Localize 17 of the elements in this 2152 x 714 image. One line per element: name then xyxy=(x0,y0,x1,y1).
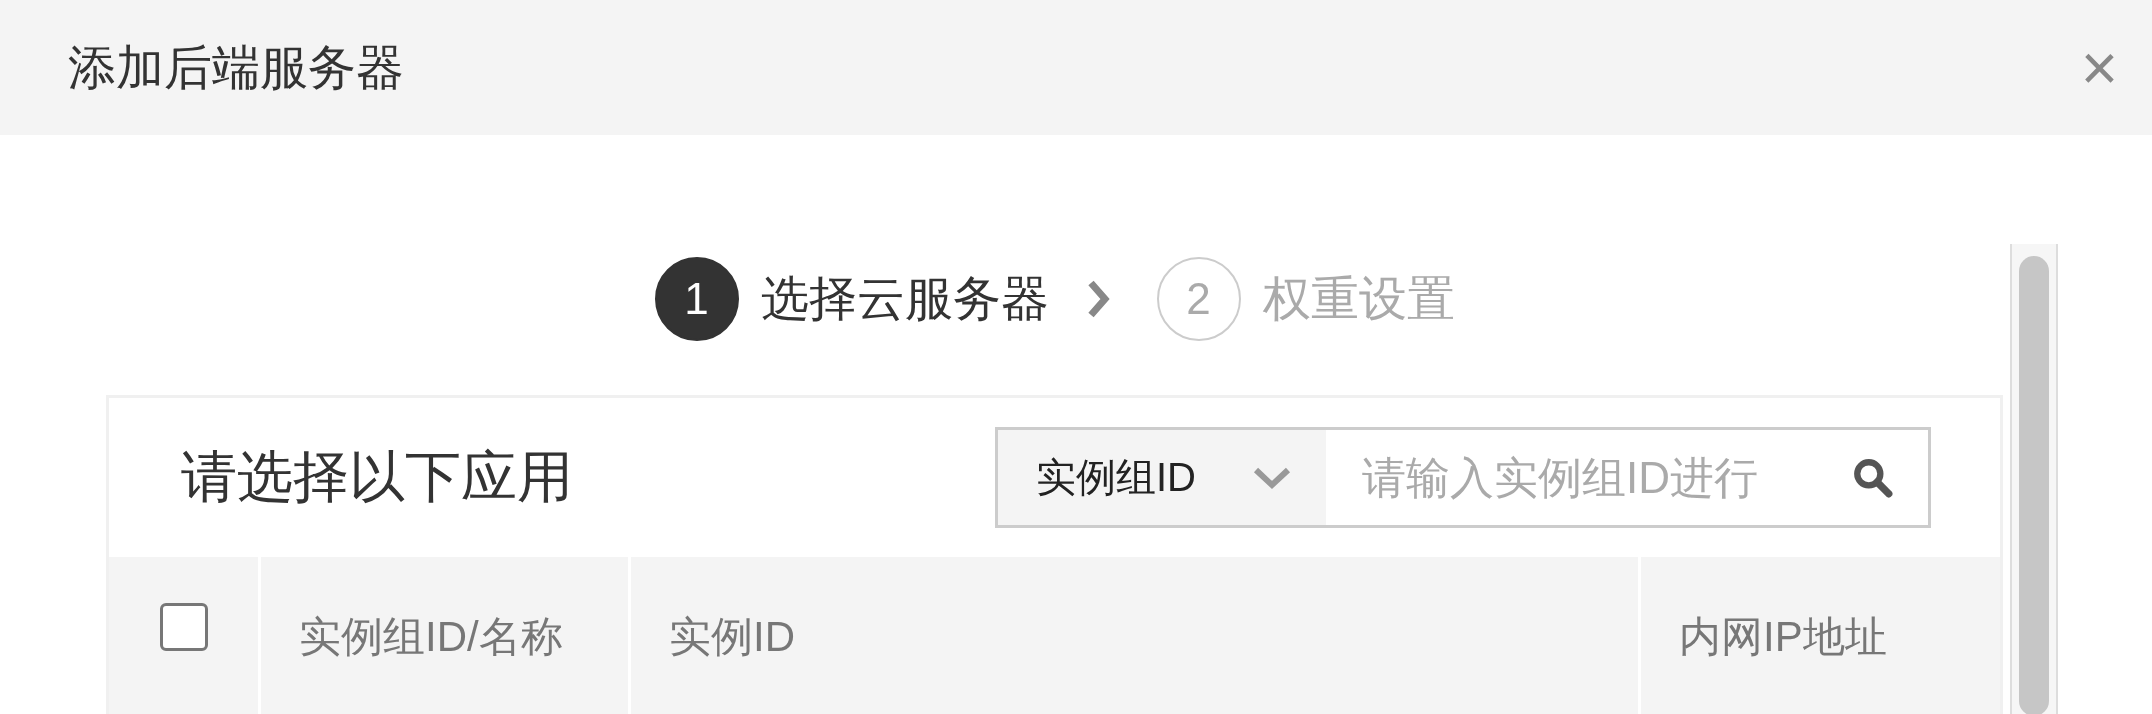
panel-title: 请选择以下应用 xyxy=(181,443,573,510)
checkbox[interactable] xyxy=(159,603,208,651)
dialog-title: 添加后端服务器 xyxy=(68,39,404,96)
chevron-icon xyxy=(1086,279,1111,319)
search-icon[interactable] xyxy=(1852,456,1894,499)
search-field[interactable]: 实例组ID 请输入实例组ID进行 xyxy=(995,427,1931,528)
column-header: 实例ID xyxy=(669,612,795,662)
scrollbar-thumb[interactable] xyxy=(2019,256,2049,714)
step-label: 权重设置 xyxy=(1262,271,1455,327)
filter-dropdown[interactable]: 实例组ID xyxy=(998,430,1326,525)
scrollbar[interactable] xyxy=(2010,244,2058,714)
caret-icon xyxy=(1252,465,1292,490)
column-header: 实例组ID/名称 xyxy=(299,612,563,662)
step-label: 选择云服务器 xyxy=(760,271,1049,327)
column-header: 内网IP地址 xyxy=(1679,612,1887,662)
step-number: 1 xyxy=(654,257,739,341)
step-number: 2 xyxy=(1156,257,1241,341)
